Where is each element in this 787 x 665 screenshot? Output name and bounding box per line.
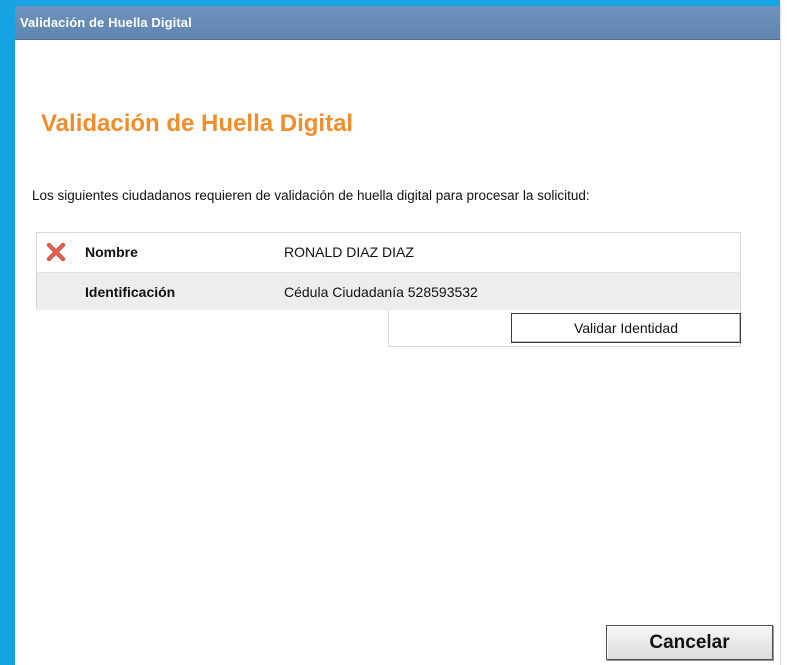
window-frame-right xyxy=(780,0,787,665)
page-title: Validación de Huella Digital xyxy=(41,110,354,137)
window-frame-right-border xyxy=(780,6,781,665)
identification-value: Cédula Ciudadanía 528593532 xyxy=(284,284,478,300)
fingerprint-validation-dialog: Validación de Huella Digital Validación … xyxy=(15,6,780,665)
table-row-name: Nombre RONALD DIAZ DIAZ xyxy=(37,233,740,271)
identification-label: Identificación xyxy=(85,284,176,300)
intro-text: Los siguientes ciudadanos requieren de v… xyxy=(32,188,590,203)
table-row-identification: Identificación Cédula Ciudadanía 5285935… xyxy=(37,272,740,310)
name-value: RONALD DIAZ DIAZ xyxy=(284,244,414,260)
dialog-titlebar: Validación de Huella Digital xyxy=(15,6,780,40)
citizen-table: Nombre RONALD DIAZ DIAZ Identificación C… xyxy=(36,232,741,310)
validate-button-area: Validar Identidad xyxy=(388,310,741,347)
dialog-title: Validación de Huella Digital xyxy=(20,15,192,30)
cancel-button[interactable]: Cancelar xyxy=(606,625,773,660)
validate-identity-button[interactable]: Validar Identidad xyxy=(511,313,741,343)
x-icon xyxy=(46,242,66,262)
window-frame-left xyxy=(0,0,15,665)
name-label: Nombre xyxy=(85,244,138,260)
